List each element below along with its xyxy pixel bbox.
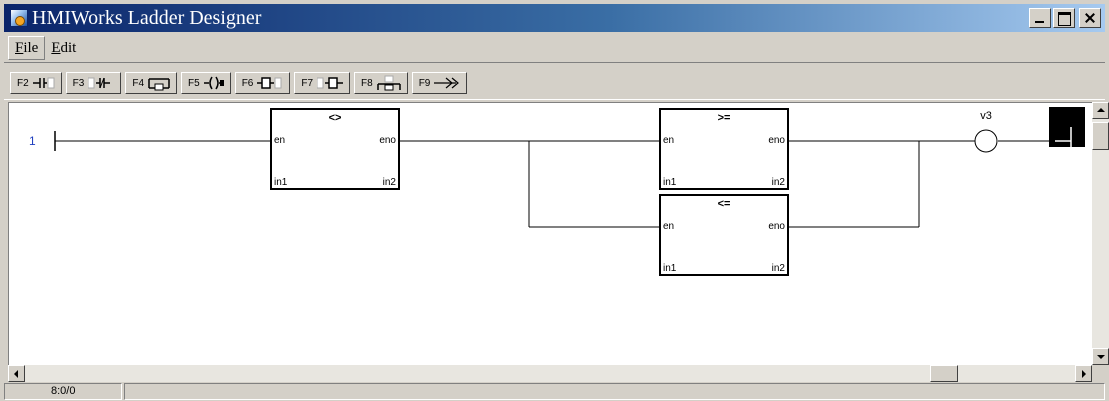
scroll-left-button[interactable] xyxy=(8,365,25,382)
toolbar-key-f9: F9 xyxy=(418,77,431,89)
branch-down-icon xyxy=(376,75,401,91)
block-operator: <> xyxy=(329,112,342,124)
status-pane xyxy=(124,383,1105,400)
compare-block-le[interactable]: <= en eno in1 in2 xyxy=(659,194,789,276)
coil-label: v3 xyxy=(980,110,992,122)
pin-eno: eno xyxy=(768,221,785,232)
menu-edit[interactable]: Edit xyxy=(45,37,82,59)
menu-edit-accel: E xyxy=(51,40,61,56)
coil-v3[interactable]: v3 xyxy=(974,110,998,153)
pin-en: en xyxy=(274,135,285,146)
pin-in2: in2 xyxy=(772,263,786,274)
toolbar-button-f5[interactable]: F5 xyxy=(181,72,231,94)
pin-en: en xyxy=(663,135,674,146)
pin-in1: in1 xyxy=(663,263,677,274)
arrow-left-icon xyxy=(14,370,18,378)
contact-open-icon xyxy=(32,77,55,89)
status-bar: 8:0/0 xyxy=(4,383,1105,401)
toolbar: F2 F3 F4 F5 F6 F7 F8 F9 xyxy=(4,62,1105,100)
toolbar-key-f7: F7 xyxy=(301,77,314,89)
insert-block-icon xyxy=(317,77,344,89)
menu-edit-label: dit xyxy=(60,40,77,56)
arrow-down-icon xyxy=(1097,355,1105,359)
coil-icon xyxy=(974,129,998,153)
pin-in2: in2 xyxy=(772,177,786,188)
menu-bar: File Edit xyxy=(4,36,1105,60)
scroll-down-button[interactable] xyxy=(1092,348,1109,365)
scrollbar-corner xyxy=(1092,365,1109,382)
title-bar[interactable]: HMIWorks Ladder Designer xyxy=(4,4,1105,32)
toolbar-button-f4[interactable]: F4 xyxy=(125,72,178,94)
coil-icon xyxy=(203,76,224,90)
arrow-right-icon xyxy=(1082,370,1086,378)
toolbar-key-f8: F8 xyxy=(361,77,373,89)
maximize-button[interactable] xyxy=(1053,8,1075,28)
ladder-editor[interactable]: 1 <> en eno in1 in2 >= en eno in1 in2 <=… xyxy=(8,102,1102,367)
pin-en: en xyxy=(663,221,674,232)
close-button[interactable] xyxy=(1079,8,1101,28)
app-window: HMIWorks Ladder Designer File Edit F2 F3… xyxy=(0,0,1109,401)
toolbar-button-f6[interactable]: F6 xyxy=(234,72,291,94)
pin-eno: eno xyxy=(768,135,785,146)
jump-arrow-icon xyxy=(434,77,460,89)
scroll-up-button[interactable] xyxy=(1092,102,1109,119)
parallel-branch-icon xyxy=(148,78,170,91)
status-position: 8:0/0 xyxy=(4,383,122,400)
horizontal-scrollbar[interactable] xyxy=(8,365,1092,382)
block-operator: >= xyxy=(718,112,731,124)
compare-block-ne[interactable]: <> en eno in1 in2 xyxy=(270,108,400,190)
vertical-scrollbar[interactable] xyxy=(1092,102,1109,365)
menu-file-label: ile xyxy=(23,40,39,56)
toolbar-key-f6: F6 xyxy=(241,77,254,89)
pin-eno: eno xyxy=(379,135,396,146)
toolbar-key-f2: F2 xyxy=(17,77,29,89)
scroll-right-button[interactable] xyxy=(1075,365,1092,382)
function-block-icon xyxy=(257,77,282,89)
menu-file[interactable]: File xyxy=(8,36,46,60)
toolbar-button-f3[interactable]: F3 xyxy=(65,72,122,94)
contact-closed-icon xyxy=(88,77,111,89)
toolbar-button-f7[interactable]: F7 xyxy=(294,72,351,94)
toolbar-button-f9[interactable]: F9 xyxy=(411,72,468,94)
app-icon[interactable] xyxy=(10,9,28,27)
rung-number: 1 xyxy=(29,134,36,148)
toolbar-button-f8[interactable]: F8 xyxy=(354,72,408,94)
block-operator: <= xyxy=(718,198,731,210)
window-title: HMIWorks Ladder Designer xyxy=(32,7,262,29)
ladder-canvas[interactable]: 1 <> en eno in1 in2 >= en eno in1 in2 <=… xyxy=(9,103,1085,366)
toolbar-key-f3: F3 xyxy=(72,77,85,89)
window-controls xyxy=(1027,8,1101,28)
toolbar-key-f5: F5 xyxy=(188,77,200,89)
minimize-button[interactable] xyxy=(1029,8,1051,28)
pin-in1: in1 xyxy=(663,177,677,188)
compare-block-ge[interactable]: >= en eno in1 in2 xyxy=(659,108,789,190)
pin-in2: in2 xyxy=(383,177,397,188)
vertical-scroll-thumb[interactable] xyxy=(1092,122,1109,150)
toolbar-button-f2[interactable]: F2 xyxy=(10,72,62,94)
arrow-up-icon xyxy=(1097,108,1105,112)
horizontal-scroll-thumb[interactable] xyxy=(930,365,958,382)
pin-in1: in1 xyxy=(274,177,288,188)
toolbar-key-f4: F4 xyxy=(132,77,145,89)
